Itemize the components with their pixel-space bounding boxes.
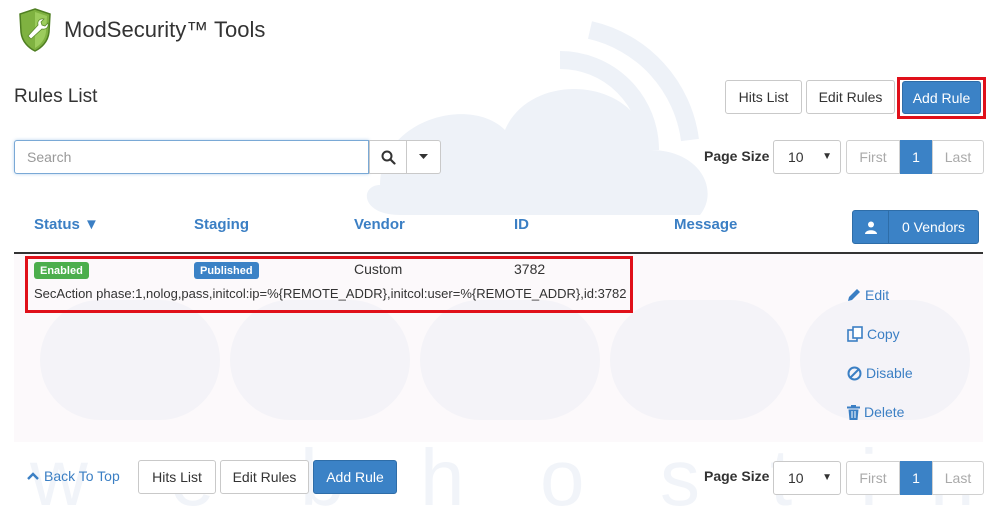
- table-row: [14, 254, 983, 442]
- chevron-up-icon: [27, 472, 39, 480]
- user-icon: [853, 211, 889, 243]
- page-title: Rules List: [14, 86, 98, 107]
- svg-text:h: h: [420, 433, 465, 522]
- search-options-dropdown[interactable]: [407, 140, 441, 174]
- vendors-button[interactable]: 0 Vendors: [852, 210, 979, 244]
- footer-hits-list-button[interactable]: Hits List: [138, 460, 216, 494]
- hits-list-button[interactable]: Hits List: [725, 80, 802, 114]
- rule-text: SecAction phase:1,nolog,pass,initcol:ip=…: [34, 286, 627, 301]
- edit-rules-button[interactable]: Edit Rules: [806, 80, 895, 114]
- page-size-select[interactable]: 10 ▼: [773, 140, 841, 174]
- staging-badge: Published: [194, 262, 259, 279]
- pagination-page[interactable]: 1: [900, 140, 932, 174]
- delete-action-label: Delete: [864, 404, 905, 420]
- column-staging[interactable]: Staging: [194, 216, 249, 233]
- ban-icon: [847, 366, 862, 380]
- pagination-first[interactable]: First: [846, 461, 900, 495]
- pencil-icon: [848, 289, 860, 301]
- back-to-top-label: Back To Top: [44, 468, 120, 484]
- trash-icon: [847, 404, 860, 420]
- svg-text:o: o: [540, 433, 585, 522]
- edit-action[interactable]: Edit: [847, 287, 889, 303]
- app-header: ModSecurity™ Tools: [18, 8, 265, 52]
- page-size-value: 10: [788, 149, 804, 165]
- vendors-button-label: 0 Vendors: [901, 219, 966, 235]
- select-caret-icon: ▼: [822, 151, 832, 162]
- footer-add-rule-button[interactable]: Add Rule: [313, 460, 397, 494]
- app-title: ModSecurity™ Tools: [64, 17, 266, 42]
- column-status[interactable]: Status ▼: [34, 216, 99, 233]
- back-to-top-link[interactable]: Back To Top: [27, 468, 120, 484]
- pagination-last[interactable]: Last: [932, 140, 984, 174]
- search-button[interactable]: [369, 140, 407, 174]
- column-vendor[interactable]: Vendor: [354, 216, 405, 233]
- svg-text:s: s: [660, 433, 700, 522]
- pagination-bottom: First 1 Last: [846, 461, 984, 495]
- footer-edit-rules-button[interactable]: Edit Rules: [220, 460, 309, 494]
- delete-action[interactable]: Delete: [847, 404, 904, 420]
- shield-wrench-icon: [19, 8, 51, 52]
- footer-page-size-select[interactable]: 10 ▼: [773, 461, 841, 495]
- caret-down-icon: [419, 154, 428, 159]
- pagination-page[interactable]: 1: [900, 461, 932, 495]
- disable-action[interactable]: Disable: [847, 365, 913, 381]
- edit-action-label: Edit: [865, 287, 890, 303]
- column-id[interactable]: ID: [514, 216, 529, 233]
- footer-page-size-label: Page Size: [704, 468, 770, 484]
- copy-icon: [847, 326, 863, 342]
- search-input[interactable]: [14, 140, 369, 174]
- pagination-top: First 1 Last: [846, 140, 984, 174]
- column-message[interactable]: Message: [674, 216, 737, 233]
- disable-action-label: Disable: [866, 365, 913, 381]
- pagination-first[interactable]: First: [846, 140, 900, 174]
- copy-action[interactable]: Copy: [847, 326, 900, 342]
- search-icon: [381, 150, 396, 165]
- id-cell: 3782: [514, 261, 546, 277]
- footer-page-size-value: 10: [788, 470, 804, 486]
- pagination-last[interactable]: Last: [932, 461, 984, 495]
- add-rule-button[interactable]: Add Rule: [902, 81, 981, 114]
- status-badge: Enabled: [34, 262, 89, 279]
- copy-action-label: Copy: [867, 326, 900, 342]
- vendor-cell: Custom: [354, 261, 403, 277]
- select-caret-icon: ▼: [822, 472, 832, 483]
- page-size-label: Page Size: [704, 148, 770, 164]
